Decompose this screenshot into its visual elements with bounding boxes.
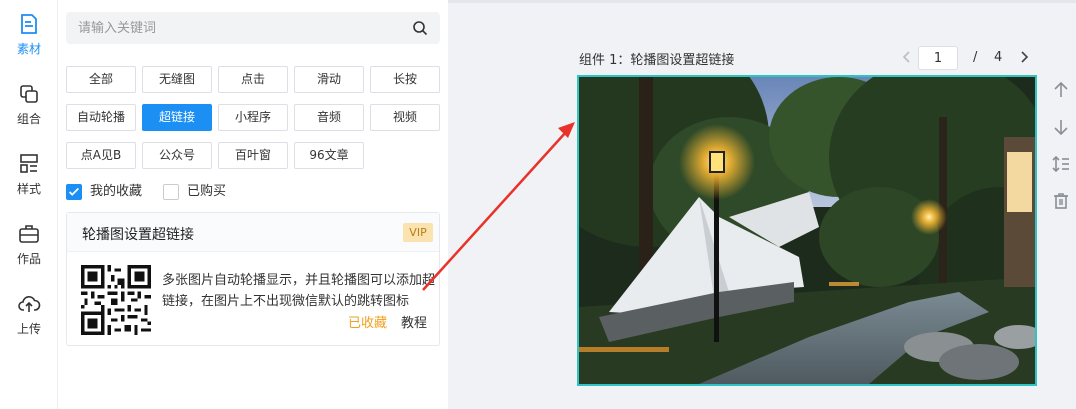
tag-autoplay[interactable]: 自动轮播 (66, 104, 136, 131)
purchased-label: 已购买 (187, 184, 227, 199)
purchased-checkbox[interactable]: 已购买 (163, 183, 243, 201)
tag-blinds[interactable]: 百叶窗 (218, 142, 288, 169)
card-title: 轮播图设置超链接 (82, 227, 194, 243)
next-page-button[interactable] (1017, 48, 1031, 66)
tag-swipe[interactable]: 滑动 (294, 66, 364, 93)
rail-item-materials[interactable]: 素材 (0, 12, 58, 57)
tutorial-link[interactable]: 教程 (401, 312, 427, 331)
layers-icon (20, 85, 38, 103)
page-total: 4 (994, 50, 1003, 65)
tag-video[interactable]: 视频 (370, 104, 440, 131)
component-label: 组件 1：轮播图设置超链接 (579, 53, 735, 68)
tag-click[interactable]: 点击 (218, 66, 288, 93)
check-icon (69, 187, 79, 196)
glamping-scene-image (579, 77, 1035, 384)
tag-seamless[interactable]: 无缝图 (142, 66, 212, 93)
cloud-upload-icon (18, 296, 41, 312)
search-input[interactable] (66, 12, 396, 44)
tag-click-a-see-b[interactable]: 点A见B (66, 142, 136, 169)
qr-code-image (81, 265, 151, 335)
rail-item-combos[interactable]: 组合 (0, 82, 58, 127)
arrow-up-icon[interactable] (1051, 80, 1071, 100)
rail-label-materials: 素材 (16, 42, 41, 56)
favorited-link[interactable]: 已收藏 (348, 312, 387, 331)
search-icon[interactable] (412, 20, 428, 36)
canvas-top-border (448, 0, 1076, 3)
card-header: 轮播图设置超链接 VIP (67, 213, 439, 252)
tag-long-press[interactable]: 长按 (370, 66, 440, 93)
chevron-right-icon (1021, 51, 1029, 63)
file-text-icon (21, 14, 37, 34)
tag-hyperlink[interactable]: 超链接 (142, 104, 212, 131)
material-card[interactable]: 轮播图设置超链接 VIP 多张图片自动轮播显示，并且轮播图可以添加超链接，在图片… (66, 212, 440, 346)
card-description: 多张图片自动轮播显示，并且轮播图可以添加超链接，在图片上不出现微信默认的跳转图标 (162, 273, 436, 309)
rail-label-styles: 样式 (16, 182, 41, 196)
checkbox-box (163, 184, 179, 200)
carousel-preview[interactable] (577, 75, 1037, 386)
rail-label-combos: 组合 (16, 112, 41, 126)
tag-all[interactable]: 全部 (66, 66, 136, 93)
tag-mini-program[interactable]: 小程序 (218, 104, 288, 131)
canvas-area: 组件 1：轮播图设置超链接 / 4 (448, 0, 1076, 409)
rail-label-works: 作品 (16, 252, 41, 266)
tag-official-account[interactable]: 公众号 (142, 142, 212, 169)
material-panel: 全部 无缝图 点击 滑动 长按 自动轮播 超链接 小程序 音频 视频 点A见B … (58, 0, 448, 409)
trash-icon[interactable] (1051, 191, 1071, 211)
checkbox-box (66, 184, 82, 200)
page-separator: / (973, 50, 978, 65)
rail-label-upload: 上传 (16, 322, 41, 336)
rail-item-works[interactable]: 作品 (0, 222, 58, 267)
vip-badge: VIP (403, 223, 433, 242)
tag-audio[interactable]: 音频 (294, 104, 364, 131)
prev-page-button[interactable] (900, 48, 914, 66)
line-height-icon[interactable] (1051, 154, 1071, 174)
tag-96-article[interactable]: 96文章 (294, 142, 364, 169)
favorites-label: 我的收藏 (90, 184, 143, 199)
rail-item-styles[interactable]: 样式 (0, 152, 58, 197)
page-number-input[interactable] (918, 46, 958, 70)
left-rail: 素材 组合 样式 作品 上传 (0, 0, 58, 409)
arrow-down-icon[interactable] (1051, 117, 1071, 137)
layout-icon (20, 154, 38, 173)
search-bar (66, 12, 440, 44)
rail-item-upload[interactable]: 上传 (0, 292, 58, 337)
favorites-checkbox[interactable]: 我的收藏 (66, 183, 156, 201)
briefcase-icon (19, 225, 39, 243)
chevron-left-icon (902, 51, 910, 63)
